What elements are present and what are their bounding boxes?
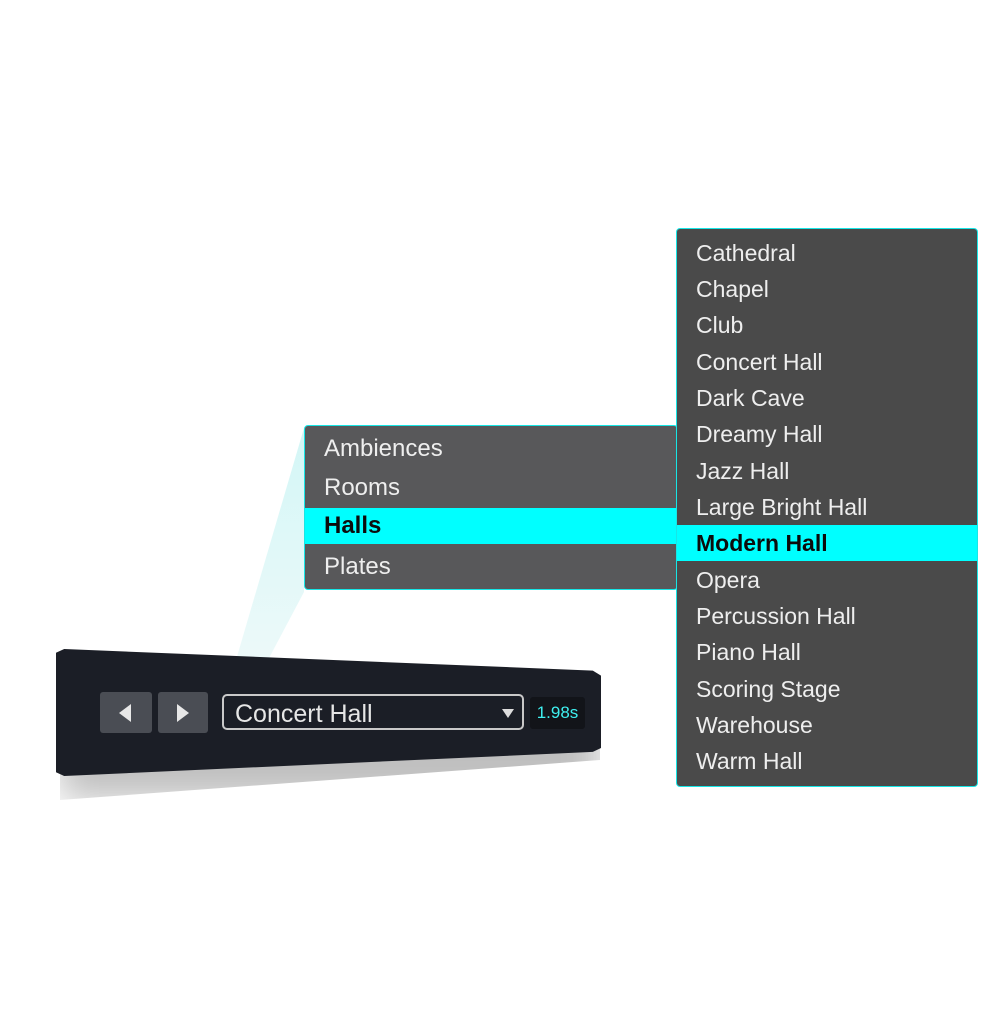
menu-item-scoring-stage[interactable]: Scoring Stage [677, 671, 977, 707]
decay-time-readout: 1.98s [530, 697, 585, 729]
menu-item-percussion-hall[interactable]: Percussion Hall [677, 598, 977, 634]
menu-item-dark-cave[interactable]: Dark Cave [677, 380, 977, 416]
triangle-left-icon [119, 704, 131, 722]
menu-item-large-bright-hall[interactable]: Large Bright Hall [677, 489, 977, 525]
menu-item-cathedral[interactable]: Cathedral [677, 235, 977, 271]
menu-item-modern-hall[interactable]: Modern Hall [677, 525, 977, 561]
triangle-down-icon [502, 709, 514, 718]
menu-item-warm-hall[interactable]: Warm Hall [677, 743, 977, 779]
menu-item-chapel[interactable]: Chapel [677, 271, 977, 307]
selected-preset: Concert Hall [235, 700, 373, 728]
preset-select[interactable]: Concert Hall [222, 694, 524, 730]
menu-item-club[interactable]: Club [677, 307, 977, 343]
menu-item-concert-hall[interactable]: Concert Hall [677, 344, 977, 380]
menu-item-ambiences[interactable]: Ambiences [305, 430, 677, 468]
menu-item-plates[interactable]: Plates [305, 548, 677, 586]
category-menu: Ambiences Rooms Halls Plates [304, 425, 678, 590]
menu-item-jazz-hall[interactable]: Jazz Hall [677, 453, 977, 489]
menu-item-rooms[interactable]: Rooms [305, 469, 677, 507]
triangle-right-icon [177, 704, 189, 722]
previous-preset-button[interactable] [100, 692, 152, 733]
preset-menu: Cathedral Chapel Club Concert Hall Dark … [676, 228, 978, 787]
next-preset-button[interactable] [158, 692, 208, 733]
menu-item-dreamy-hall[interactable]: Dreamy Hall [677, 416, 977, 452]
menu-item-halls[interactable]: Halls [305, 508, 677, 544]
menu-item-opera[interactable]: Opera [677, 562, 977, 598]
menu-item-warehouse[interactable]: Warehouse [677, 707, 977, 743]
menu-item-piano-hall[interactable]: Piano Hall [677, 634, 977, 670]
